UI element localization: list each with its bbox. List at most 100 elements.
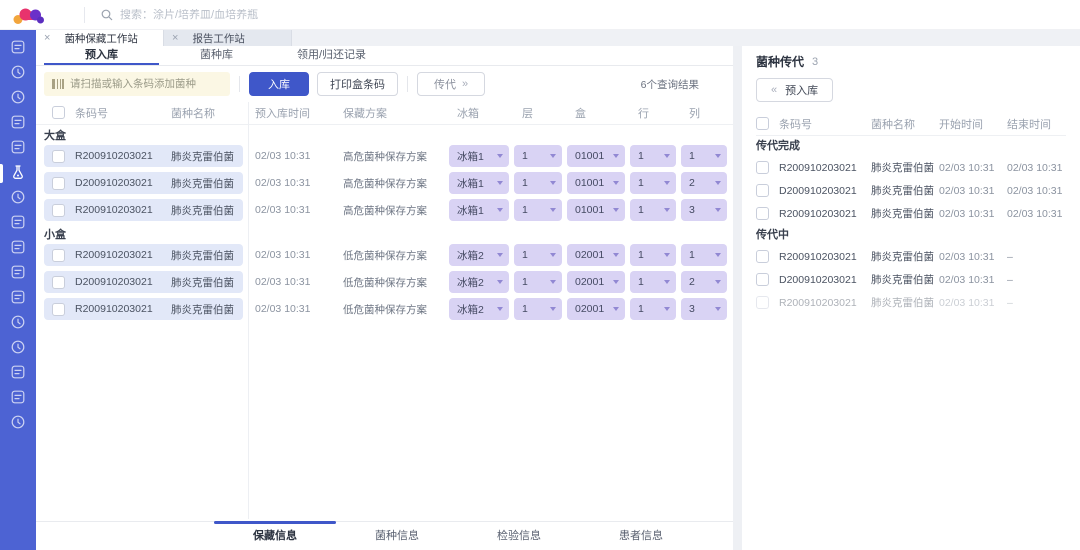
passage-title-text: 菌种传代 (756, 55, 805, 69)
barcode-value: R200910203021 (75, 249, 153, 261)
sidebar-item-clock[interactable] (0, 61, 36, 86)
row-select[interactable]: 1 (630, 271, 676, 293)
sidebar-item-chat-bubble[interactable] (0, 336, 36, 361)
image-frame-icon (10, 114, 26, 133)
sidebar-item-card-plus[interactable] (0, 361, 36, 386)
plan-value: 低危菌种保存方案 (343, 249, 427, 262)
prestock-time-value: 02/03 10:31 (255, 177, 311, 189)
row-checkbox[interactable] (756, 250, 769, 263)
row-select[interactable]: 1 (630, 298, 676, 320)
table-row: R200910203021 肺炎克雷伯菌 02/03 10:31 02/03 10:3… (756, 202, 1066, 225)
col-select[interactable]: 1 (681, 145, 727, 167)
close-icon[interactable]: × (172, 33, 178, 44)
sidebar-item-cloud-data[interactable] (0, 86, 36, 111)
row-checkbox[interactable] (52, 248, 65, 262)
barcode-value: D200910203021 (779, 184, 857, 197)
barcode-value: D200910203021 (779, 273, 857, 286)
sidebar-item-user-head[interactable] (0, 311, 36, 336)
sidebar-item-document-chart[interactable] (0, 286, 36, 311)
row-checkbox[interactable] (52, 203, 65, 217)
box-select[interactable]: 02001 (567, 298, 625, 320)
col-header-box: 盒 (575, 107, 586, 120)
bottom-tab-3[interactable]: 患者信息 (580, 522, 702, 550)
col-select[interactable]: 3 (681, 199, 727, 221)
layer-select[interactable]: 1 (514, 271, 562, 293)
bottom-tab-2[interactable]: 检验信息 (458, 522, 580, 550)
fridge-select[interactable]: 冰箱1 (449, 172, 509, 194)
stock-in-button[interactable]: 入库 (249, 72, 309, 96)
passage-panel-title: 菌种传代 3 (756, 53, 1066, 70)
fridge-select[interactable]: 冰箱1 (449, 199, 509, 221)
fridge-select[interactable]: 冰箱2 (449, 271, 509, 293)
sidebar-item-archive-box[interactable] (0, 386, 36, 411)
sidebar-item-task-check[interactable] (0, 36, 36, 61)
subtab-1[interactable]: 菌种库 (159, 46, 274, 65)
col-select[interactable]: 2 (681, 271, 727, 293)
sidebar-item-id-card[interactable] (0, 136, 36, 161)
box-select[interactable]: 02001 (567, 271, 625, 293)
sidebar-item-document-check[interactable] (0, 211, 36, 236)
box-select[interactable]: 02001 (567, 244, 625, 266)
col-select[interactable]: 2 (681, 172, 727, 194)
layer-select[interactable]: 1 (514, 145, 562, 167)
tab-report-workstation[interactable]: × 报告工作站 (164, 30, 292, 46)
row-checkbox[interactable] (756, 207, 769, 220)
print-box-barcode-button[interactable]: 打印盒条码 (317, 72, 398, 96)
row-checkbox[interactable] (52, 176, 65, 190)
barcode-value: D200910203021 (75, 177, 153, 189)
box-select[interactable]: 01001 (567, 145, 625, 167)
barcode-value: R200910203021 (779, 296, 857, 309)
sidebar-item-flask[interactable] (0, 161, 36, 186)
start-time-value: 02/03 10:31 (939, 273, 995, 286)
row-checkbox[interactable] (52, 275, 65, 289)
tab-strain-preservation-workstation[interactable]: × 菌种保藏工作站 (36, 30, 164, 46)
table-row: D200910203021 肺炎克雷伯菌 02/03 10:31 低危菌种保存方案 冰箱… (44, 271, 733, 293)
box-select[interactable]: 01001 (567, 172, 625, 194)
search-input[interactable] (120, 8, 540, 21)
passage-panel: 菌种传代 3 « 预入库 条码号 菌种名称 开始时间 结束时间 传代完成 R200… (742, 46, 1080, 550)
sidebar-item-pie-chart[interactable] (0, 411, 36, 436)
subtab-2[interactable]: 领用/归还记录 (274, 46, 389, 65)
close-icon[interactable]: × (44, 33, 50, 44)
row-checkbox[interactable] (756, 184, 769, 197)
row-select[interactable]: 1 (630, 199, 676, 221)
sidebar-item-barcode-grid[interactable] (0, 261, 36, 286)
bottom-tab-1[interactable]: 菌种信息 (336, 522, 458, 550)
layer-select[interactable]: 1 (514, 172, 562, 194)
row-select[interactable]: 1 (630, 145, 676, 167)
row-checkbox[interactable] (756, 296, 769, 309)
fridge-select[interactable]: 冰箱2 (449, 298, 509, 320)
end-time-value: 02/03 10:31 (1007, 161, 1063, 174)
col-select[interactable]: 1 (681, 244, 727, 266)
row-select[interactable]: 1 (630, 244, 676, 266)
col-select[interactable]: 3 (681, 298, 727, 320)
layer-select[interactable]: 1 (514, 244, 562, 266)
box-select[interactable]: 01001 (567, 199, 625, 221)
layer-select[interactable]: 1 (514, 199, 562, 221)
sidebar-item-box-clock[interactable] (0, 236, 36, 261)
layer-select[interactable]: 1 (514, 298, 562, 320)
row-checkbox[interactable] (52, 149, 65, 163)
row-checkbox[interactable] (52, 302, 65, 316)
row-checkbox[interactable] (756, 273, 769, 286)
fridge-select[interactable]: 冰箱1 (449, 145, 509, 167)
barcode-scan-input[interactable] (44, 72, 230, 96)
workstation-tabstrip: × 菌种保藏工作站 × 报告工作站 (36, 30, 1080, 46)
fridge-select[interactable]: 冰箱2 (449, 244, 509, 266)
app-logo-icon[interactable] (12, 4, 58, 26)
subtab-0[interactable]: 预入库 (44, 46, 159, 65)
table-row: D200910203021 肺炎克雷伯菌 02/03 10:31– (756, 268, 1066, 291)
sidebar-item-compass[interactable] (0, 186, 36, 211)
back-to-prestock-button[interactable]: « 预入库 (756, 78, 834, 102)
select-all-checkbox[interactable] (52, 106, 65, 119)
passage-button[interactable]: 传代 » (417, 72, 486, 96)
barcode-value: R200910203021 (75, 150, 153, 162)
select-all-checkbox[interactable] (756, 117, 769, 130)
strain-name-value: 肺炎克雷伯菌 (871, 162, 934, 174)
bottom-tab-0[interactable]: 保藏信息 (214, 521, 336, 550)
row-checkbox[interactable] (756, 161, 769, 174)
sidebar-item-image-frame[interactable] (0, 111, 36, 136)
row-select[interactable]: 1 (630, 172, 676, 194)
table-row: R200910203021 肺炎克雷伯菌 02/03 10:31 02/03 10:3… (756, 156, 1066, 179)
left-table-body: 大盒 R200910203021 肺炎克雷伯菌 02/03 10:31 高危菌种保存方案… (36, 125, 733, 320)
